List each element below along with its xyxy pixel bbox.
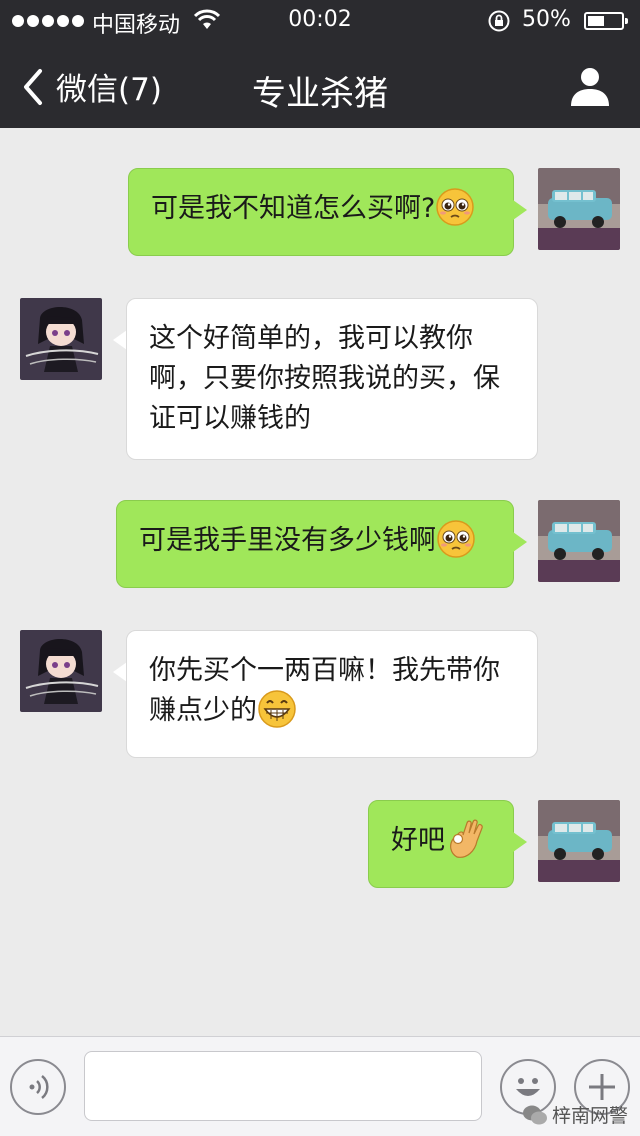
message-text-line: 啊，只要你按照我说的买，保	[149, 363, 500, 394]
watermark: 梓南网警	[522, 1101, 628, 1128]
my-avatar[interactable]	[538, 500, 620, 582]
grinning-face-emoji-icon	[257, 689, 297, 729]
bubble-tail	[113, 330, 127, 350]
message-text-line: 证可以赚钱的	[149, 403, 311, 434]
bubble-tail	[513, 832, 527, 852]
nav-bar: 微信(7) 专业杀猪	[0, 44, 640, 128]
my-avatar[interactable]	[538, 800, 620, 882]
voice-input-button[interactable]	[10, 1059, 66, 1115]
message-text-line: 你先买个一两百嘛！我先带你	[149, 655, 500, 686]
message-text: 可是我不知道怎么买啊?	[151, 193, 436, 224]
battery-icon	[584, 12, 628, 30]
watermark-text: 梓南网警	[551, 1105, 628, 1127]
voice-icon	[29, 1075, 49, 1099]
chevron-left-icon	[24, 68, 42, 105]
worried-face-emoji-icon	[435, 187, 475, 227]
wechat-logo-icon	[522, 1105, 547, 1124]
status-bar: 中国移动 00:02 50%	[0, 0, 640, 44]
battery-percentage: 50%	[522, 7, 571, 32]
contact-profile-icon[interactable]	[568, 64, 612, 108]
message-bubble-incoming[interactable]: 你先买个一两百嘛！我先带你 赚点少的	[126, 630, 538, 758]
worried-face-emoji-icon	[436, 519, 476, 559]
message-bubble-outgoing[interactable]: 可是我手里没有多少钱啊	[116, 500, 514, 588]
message-bubble-incoming[interactable]: 这个好简单的，我可以教你 啊，只要你按照我说的买，保 证可以赚钱的	[126, 298, 538, 460]
message-bubble-outgoing[interactable]: 好吧	[368, 800, 514, 888]
message-text: 好吧	[391, 825, 445, 856]
bubble-tail	[113, 662, 127, 682]
rotation-lock-icon	[488, 10, 510, 32]
message-bubble-outgoing[interactable]: 可是我不知道怎么买啊?	[128, 168, 514, 256]
my-avatar[interactable]	[538, 168, 620, 250]
message-text-line: 赚点少的	[149, 695, 257, 726]
ok-hand-emoji-icon	[445, 819, 485, 859]
message-input[interactable]	[84, 1051, 482, 1121]
bubble-tail	[513, 200, 527, 220]
contact-avatar[interactable]	[20, 298, 102, 380]
message-text: 可是我手里没有多少钱啊	[139, 525, 436, 556]
contact-avatar[interactable]	[20, 630, 102, 712]
back-label: 微信(7)	[56, 72, 162, 108]
message-text-line: 这个好简单的，我可以教你	[149, 323, 473, 354]
input-bar: 梓南网警	[0, 1036, 640, 1136]
bubble-tail	[513, 532, 527, 552]
back-button[interactable]: 微信(7)	[18, 64, 162, 109]
